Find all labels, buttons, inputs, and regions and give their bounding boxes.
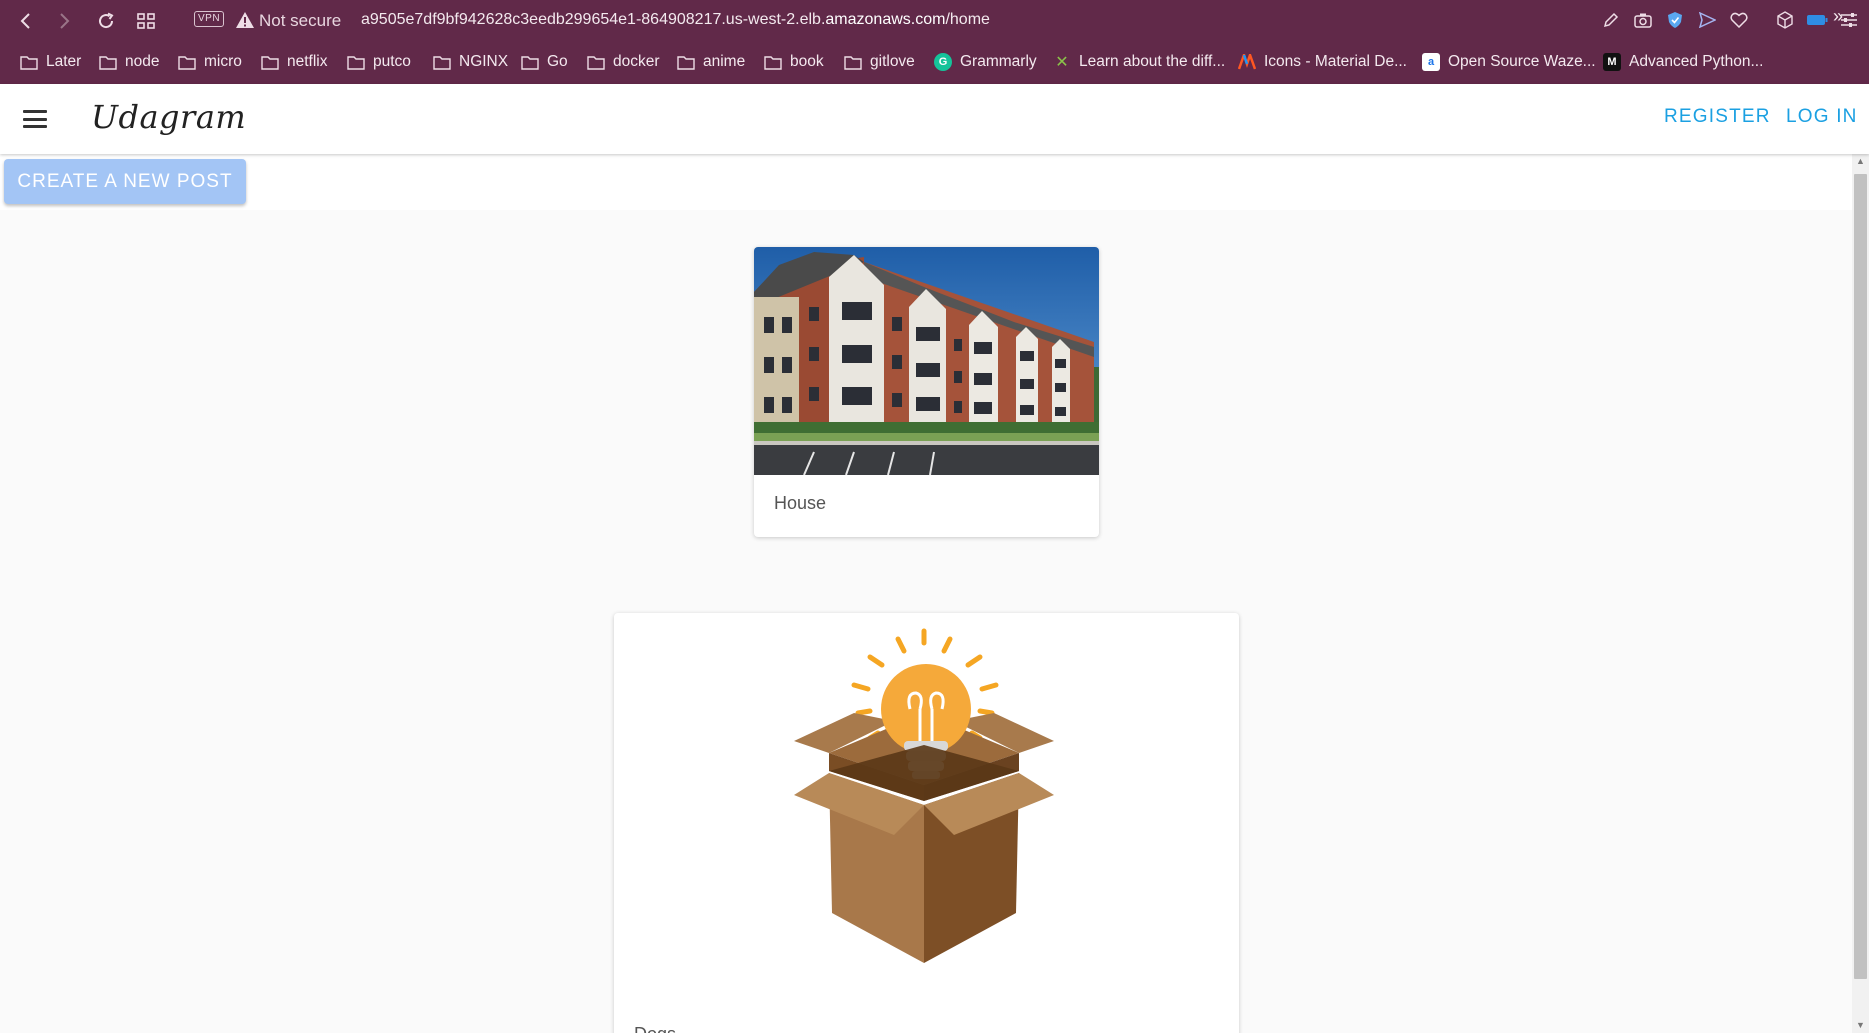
bookmarks-overflow-icon[interactable]: » — [1833, 6, 1843, 27]
medium-icon: M — [1603, 53, 1621, 71]
bookmark-label: docker — [613, 53, 660, 70]
folder-icon — [99, 53, 117, 71]
bookmark-label: book — [790, 53, 824, 70]
bookmark-label: Grammarly — [960, 53, 1037, 70]
bookmark-item[interactable]: M Advanced Python... — [1603, 50, 1763, 74]
url-prefix: a9505e7df9bf942628c3eedb299654e1-8649082… — [361, 11, 826, 28]
edit-icon[interactable] — [1599, 8, 1623, 32]
bookmark-item[interactable]: anime — [677, 50, 745, 74]
forward-button[interactable] — [52, 9, 76, 33]
bookmark-label: Advanced Python... — [1629, 53, 1764, 70]
bookmark-item[interactable]: node — [99, 50, 159, 74]
login-link[interactable]: LOG IN — [1786, 106, 1858, 128]
cube-icon[interactable] — [1773, 8, 1797, 32]
reload-icon — [99, 12, 114, 29]
camera-icon[interactable] — [1631, 8, 1655, 32]
bookmark-label: gitlove — [870, 53, 915, 70]
bookmark-item[interactable]: micro — [178, 50, 242, 74]
bookmark-label: putco — [373, 53, 411, 70]
bookmark-item[interactable]: docker — [587, 50, 660, 74]
bookmark-label: anime — [703, 53, 746, 70]
folder-icon — [178, 53, 196, 71]
feed-card[interactable]: House — [754, 247, 1099, 537]
folder-icon — [587, 53, 605, 71]
feed-card[interactable]: Dogs — [614, 613, 1239, 1033]
bookmark-item[interactable]: Later — [20, 50, 81, 74]
bookmark-label: Learn about the diff... — [1079, 53, 1226, 70]
send-icon[interactable] — [1695, 8, 1719, 32]
bookmark-label: Later — [46, 53, 82, 70]
card-caption: House — [774, 493, 827, 513]
bookmark-label: Open Source Waze... — [1448, 53, 1596, 70]
page-scrollbar[interactable]: ▲ ▼ — [1852, 154, 1869, 1033]
forward-icon — [60, 13, 70, 29]
bookmark-label: micro — [204, 53, 242, 70]
folder-icon — [20, 53, 38, 71]
bookmark-label: node — [125, 53, 160, 70]
app-header: Udagram REGISTER LOG IN — [0, 84, 1869, 154]
bookmark-item[interactable]: netflix — [261, 50, 328, 74]
folder-icon — [844, 53, 862, 71]
lightbulb-in-box-illustration — [794, 628, 1054, 963]
bookmark-label: NGINX — [459, 53, 509, 70]
bookmark-label: Go — [547, 53, 568, 70]
bookmark-item[interactable]: ✕ Learn about the diff... — [1053, 50, 1225, 74]
shield-icon[interactable] — [1663, 8, 1687, 32]
amazon-icon: a — [1422, 53, 1440, 71]
material-icon — [1238, 53, 1256, 71]
folder-icon — [347, 53, 365, 71]
bookmarks-bar: Later node micro netflix putco NGINX Go docker a… — [0, 46, 1869, 78]
bookmark-item[interactable]: NGINX — [433, 50, 508, 74]
grammarly-icon: G — [934, 53, 952, 71]
folder-icon — [677, 53, 695, 71]
apartment-building-photo — [754, 247, 1099, 475]
register-link[interactable]: REGISTER — [1664, 106, 1771, 128]
scroll-thumb[interactable] — [1854, 174, 1867, 979]
bookmark-label: Icons - Material De... — [1264, 53, 1407, 70]
card-caption: Dogs — [634, 1024, 676, 1033]
heart-icon[interactable] — [1727, 8, 1751, 32]
back-button[interactable] — [14, 9, 38, 33]
bookmark-item[interactable]: a Open Source Waze... — [1422, 50, 1596, 74]
brand-logo[interactable]: Udagram — [91, 98, 246, 136]
scroll-down-icon[interactable]: ▼ — [1855, 1020, 1866, 1031]
address-bar-row: VPN Not secure a9505e7df9bf942628c3eedb2… — [0, 0, 1869, 42]
create-post-button[interactable]: CREATE A NEW POST — [4, 159, 246, 204]
browser-toolbar-icons — [1599, 8, 1861, 32]
url-path: /home — [945, 11, 990, 28]
warning-icon[interactable] — [235, 11, 255, 34]
tabs-grid-button[interactable] — [134, 9, 158, 33]
url-field[interactable]: a9505e7df9bf942628c3eedb299654e1-8649082… — [361, 11, 990, 29]
vpn-badge[interactable]: VPN — [194, 11, 225, 27]
grid-icon — [137, 13, 155, 29]
bookmark-item[interactable]: Icons - Material De... — [1238, 50, 1407, 74]
scroll-up-icon[interactable]: ▲ — [1855, 156, 1866, 167]
bookmark-item[interactable]: Go — [521, 50, 568, 74]
folder-icon — [521, 53, 539, 71]
folder-icon — [764, 53, 782, 71]
bookmark-item[interactable]: gitlove — [844, 50, 915, 74]
url-host: amazonaws.com — [825, 11, 946, 28]
bookmark-item[interactable]: G Grammarly — [934, 50, 1037, 74]
back-icon — [20, 13, 30, 29]
bookmark-item[interactable]: book — [764, 50, 824, 74]
hamburger-menu-icon[interactable] — [22, 107, 48, 131]
x-icon: ✕ — [1055, 54, 1069, 71]
reload-button[interactable] — [94, 9, 118, 33]
bookmark-label: netflix — [287, 53, 328, 70]
battery-icon[interactable] — [1805, 8, 1829, 32]
security-status[interactable]: Not secure — [259, 11, 341, 31]
bookmark-item[interactable]: putco — [347, 50, 411, 74]
post-toolbar: CREATE A NEW POST — [0, 154, 1852, 210]
folder-icon — [433, 53, 451, 71]
feed: House — [0, 210, 1852, 1033]
folder-icon — [261, 53, 279, 71]
browser-chrome: VPN Not secure a9505e7df9bf942628c3eedb2… — [0, 0, 1869, 84]
